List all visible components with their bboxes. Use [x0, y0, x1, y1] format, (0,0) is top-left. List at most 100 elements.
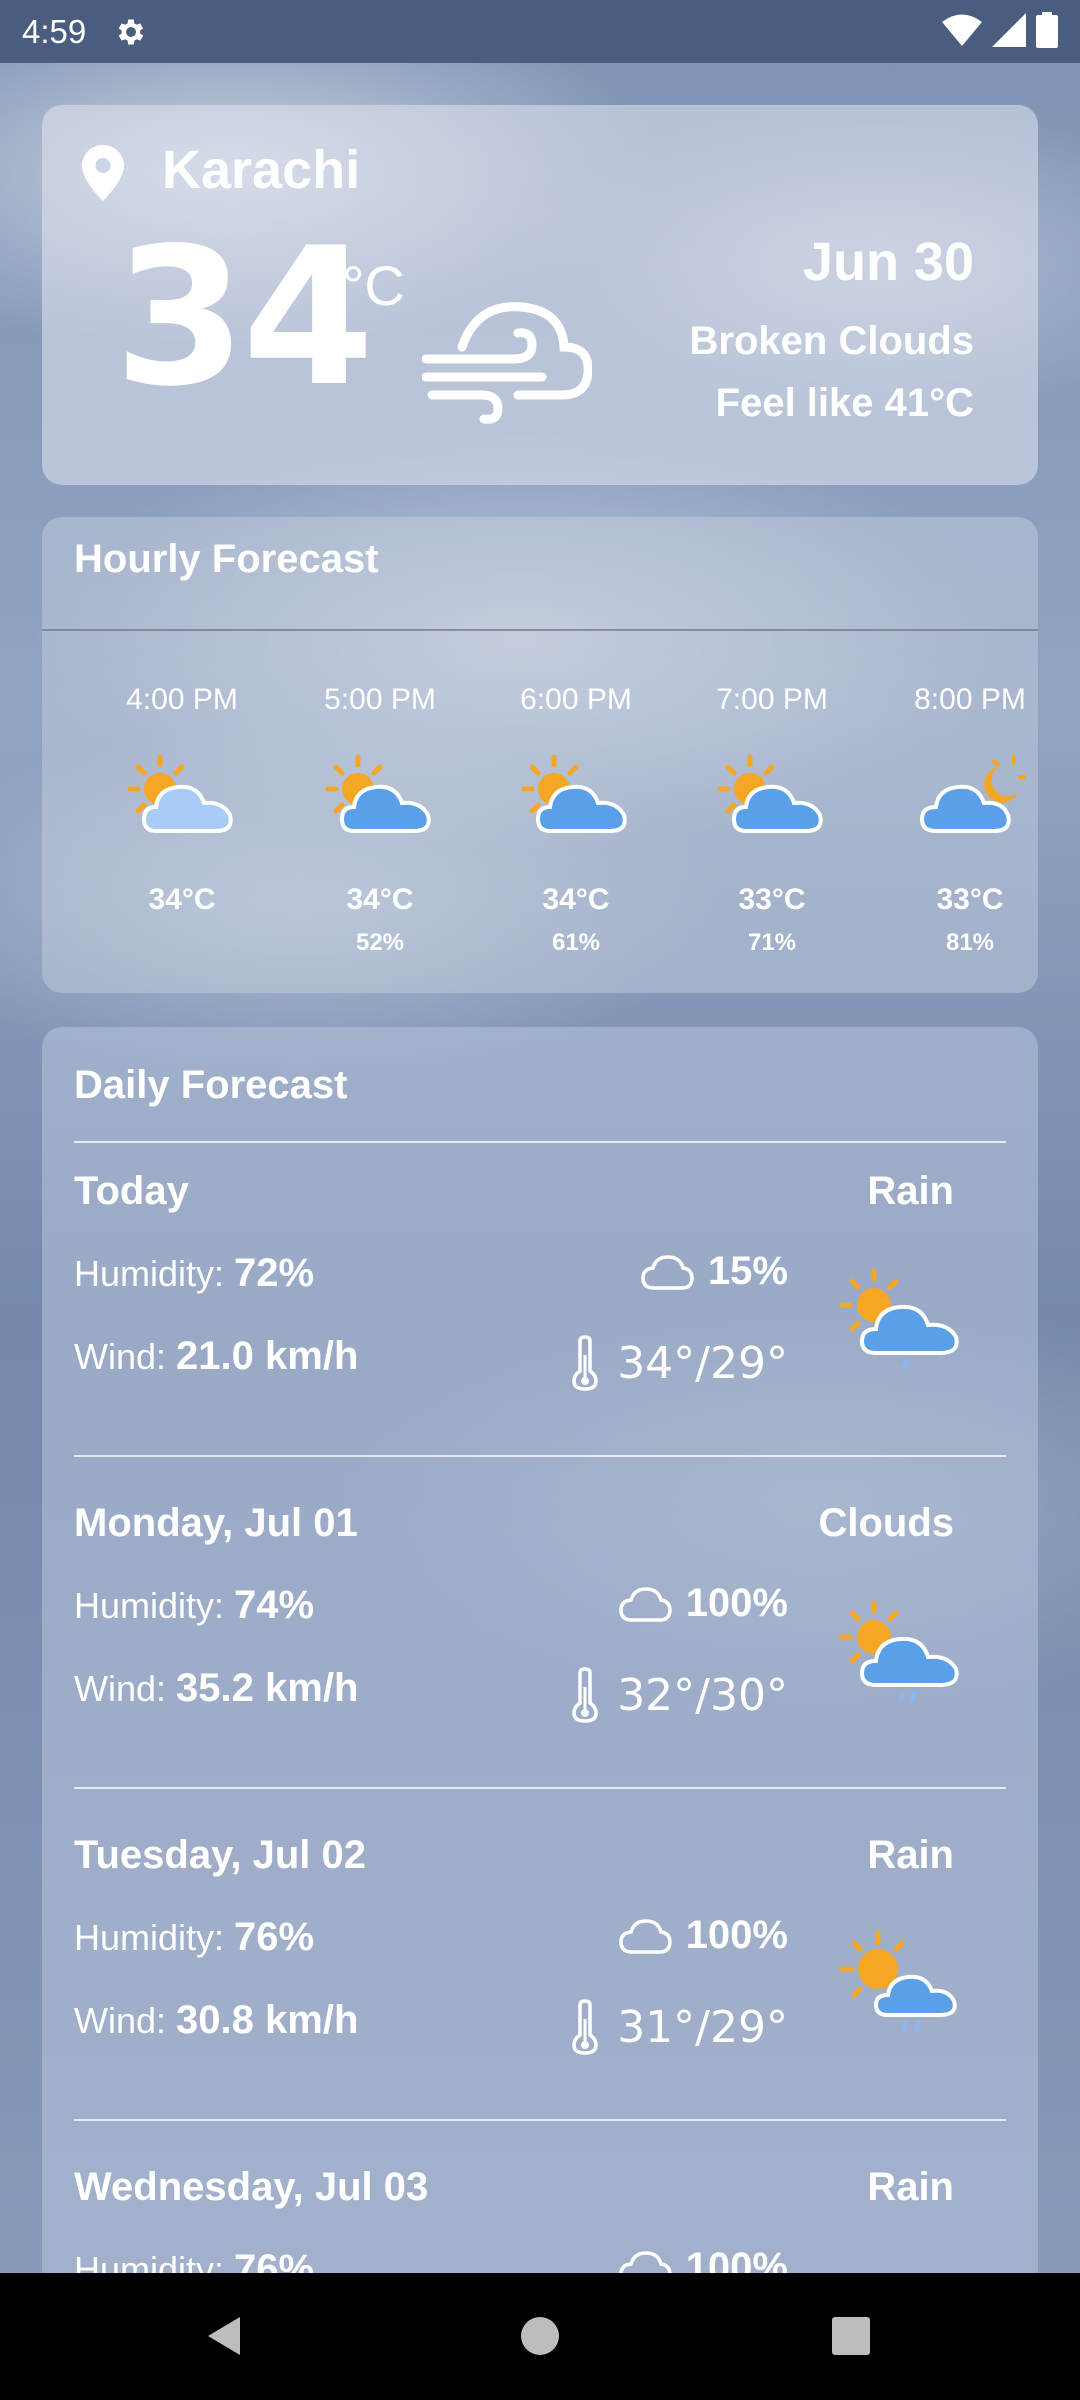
daily-divider — [74, 1141, 1006, 1143]
thermometer-icon — [572, 1335, 598, 1391]
hour-time: 8:00 PM — [914, 683, 1026, 716]
humidity-label: Humidity: — [74, 1585, 225, 1626]
partly-sunny-icon — [127, 754, 233, 833]
hour-precip-chance — [82, 929, 282, 957]
day-condition: Clouds — [818, 1501, 954, 1545]
location-pin-icon — [82, 145, 124, 201]
hourly-item: 7:00 PM 33°C 71% — [672, 683, 872, 957]
hour-precip-chance: 81% — [945, 929, 995, 956]
hour-precip-chance: 61% — [551, 929, 601, 956]
temp-range-value: 31°/29° — [617, 2001, 788, 2053]
sun-rain-cloud-icon — [839, 1268, 959, 1371]
daily-row-tuesday[interactable]: Tuesday, Jul 02 Rain Humidity: 76% Wind:… — [42, 1833, 1038, 2163]
daily-row-monday[interactable]: Monday, Jul 01 Clouds Humidity: 74% Wind… — [42, 1501, 1038, 1831]
partly-sunny-icon — [325, 754, 431, 833]
wind-value: 21.0 km/h — [176, 1334, 359, 1378]
day-temp-range: 31°/29° — [571, 1999, 788, 2055]
city-name: Karachi — [162, 140, 361, 200]
thermometer-icon — [572, 1999, 598, 2055]
day-wind: Wind: 21.0 km/h — [74, 1334, 358, 1379]
day-cloudiness: 100% — [618, 1581, 788, 1626]
cloudiness-value: 100% — [685, 1913, 788, 1957]
day-condition: Rain — [867, 1833, 954, 1877]
hour-time: 7:00 PM — [716, 683, 828, 716]
cloudiness-value: 15% — [707, 1249, 788, 1293]
home-icon[interactable] — [517, 2313, 563, 2359]
day-temp-range: 32°/30° — [571, 1667, 788, 1723]
current-temperature: 34 — [114, 207, 374, 428]
wind-value: 30.8 km/h — [176, 1998, 359, 2042]
settings-gear-icon — [119, 19, 144, 44]
day-condition: Rain — [867, 2165, 954, 2209]
hour-temperature: 34°C — [148, 883, 216, 916]
hour-temperature: 33°C — [738, 883, 806, 916]
daily-divider — [74, 1787, 1006, 1789]
hourly-item: 8:00 PM 33°C 81% — [870, 683, 1070, 957]
weather-description: Broken Clouds — [689, 319, 974, 363]
hour-time: 6:00 PM — [520, 683, 632, 716]
sun-rain-cloud-icon — [839, 1930, 957, 2033]
windy-cloud-icon — [422, 302, 592, 424]
daily-forecast-card[interactable]: Daily Forecast Today Rain Humidity: 72% … — [42, 1027, 1038, 2277]
day-name: Today — [74, 1169, 189, 1213]
hourly-forecast-title: Hourly Forecast — [74, 537, 379, 581]
hour-time: 5:00 PM — [324, 683, 436, 716]
humidity-value: 72% — [234, 1251, 315, 1295]
humidity-value: 76% — [234, 1915, 315, 1959]
cloud-outline-icon — [618, 1918, 672, 1954]
feels-like: Feel like 41°C — [715, 381, 974, 425]
back-icon[interactable] — [202, 2313, 248, 2359]
day-cloudiness: 100% — [618, 1913, 788, 1958]
hour-temperature: 33°C — [936, 883, 1004, 916]
cell-signal-icon — [992, 13, 1026, 47]
hourly-divider — [42, 629, 1038, 631]
day-name: Wednesday, Jul 03 — [74, 2165, 429, 2209]
thermometer-icon — [572, 1667, 598, 1723]
daily-row-wednesday[interactable]: Wednesday, Jul 03 Rain Humidity: 76% 100… — [42, 2165, 1038, 2277]
status-bar: 4:59 — [0, 0, 1080, 63]
daily-forecast-title: Daily Forecast — [74, 1063, 348, 1107]
navigation-bar — [0, 2273, 1080, 2400]
current-weather-card: Karachi 34 °C Jun 30 Broken Clouds Feel … — [42, 105, 1038, 485]
hourly-item: 6:00 PM 34°C 61% — [476, 683, 676, 957]
humidity-value: 74% — [234, 1583, 315, 1627]
daily-divider — [74, 2119, 1006, 2121]
hour-temperature: 34°C — [542, 883, 610, 916]
day-humidity: Humidity: 76% — [74, 1915, 314, 1960]
humidity-label: Humidity: — [74, 1253, 225, 1294]
daily-divider — [74, 1455, 1006, 1457]
day-temp-range: 34°/29° — [571, 1335, 788, 1391]
day-cloudiness: 15% — [640, 1249, 788, 1294]
cloudiness-value: 100% — [685, 1581, 788, 1625]
hour-temperature: 34°C — [346, 883, 414, 916]
day-name: Tuesday, Jul 02 — [74, 1833, 366, 1877]
cloud-outline-icon — [618, 1586, 672, 1622]
partly-sunny-icon — [521, 754, 627, 833]
day-humidity: Humidity: 74% — [74, 1583, 314, 1628]
status-time: 4:59 — [22, 12, 87, 50]
hourly-forecast-card[interactable]: Hourly Forecast 4:00 PM 34°C 5:00 PM 34°… — [42, 517, 1038, 993]
hour-precip-chance: 52% — [355, 929, 405, 956]
cloud-outline-icon — [641, 1254, 694, 1290]
battery-icon — [1036, 12, 1058, 48]
wind-label: Wind: — [74, 1668, 167, 1709]
current-date: Jun 30 — [802, 232, 974, 292]
day-wind: Wind: 30.8 km/h — [74, 1998, 358, 2043]
temperature-unit: °C — [342, 254, 405, 317]
recents-icon[interactable] — [828, 2313, 874, 2359]
hour-time: 4:00 PM — [126, 683, 238, 716]
day-wind: Wind: 35.2 km/h — [74, 1666, 358, 1711]
temp-range-value: 34°/29° — [617, 1337, 788, 1389]
day-humidity: Humidity: 72% — [74, 1251, 314, 1296]
day-name: Monday, Jul 01 — [74, 1501, 358, 1545]
wind-label: Wind: — [74, 1336, 167, 1377]
hourly-item: 4:00 PM 34°C — [82, 683, 282, 957]
hourly-item: 5:00 PM 34°C 52% — [280, 683, 480, 957]
day-condition: Rain — [867, 1169, 954, 1213]
wifi-icon — [942, 14, 982, 46]
sun-rain-cloud-icon — [839, 1600, 959, 1703]
daily-row-today[interactable]: Today Rain Humidity: 72% Wind: 21.0 km/h… — [42, 1169, 1038, 1499]
temp-range-value: 32°/30° — [617, 1669, 788, 1721]
wind-label: Wind: — [74, 2000, 167, 2041]
partly-cloudy-night-icon — [919, 755, 1026, 833]
